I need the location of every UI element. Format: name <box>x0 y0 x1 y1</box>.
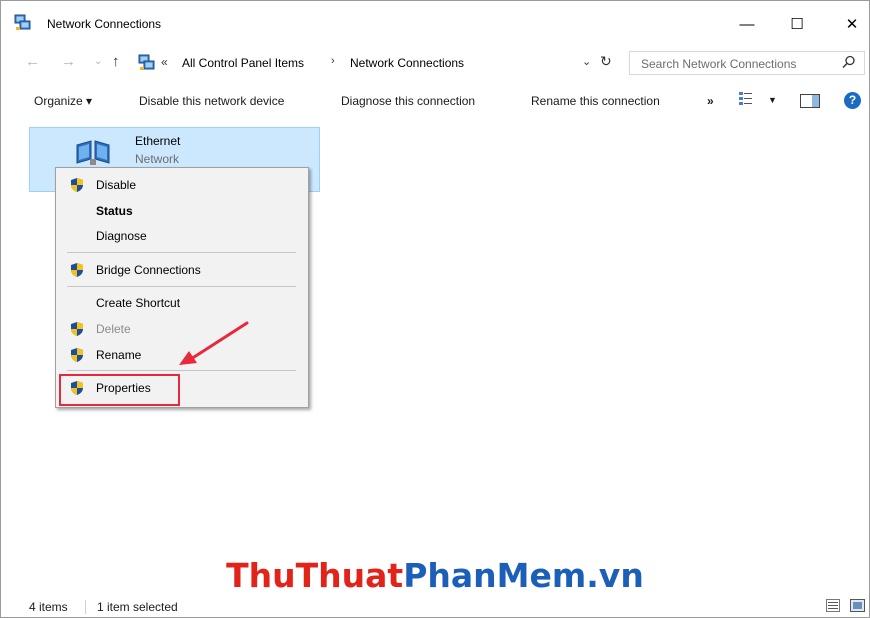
address-row: ← → ⌄ ↑ « All Control Panel Items › Netw… <box>1 47 869 77</box>
menu-item-status[interactable]: Status <box>56 200 308 222</box>
ethernet-adapter-icon <box>76 140 110 165</box>
change-view-icon[interactable] <box>738 91 753 106</box>
uac-shield-icon <box>71 348 83 362</box>
title-bar: Network Connections — ☐ ✕ <box>1 1 869 47</box>
view-options-dropdown[interactable]: ▼ <box>768 95 777 105</box>
menu-separator <box>67 370 296 371</box>
menu-item-label: Disable <box>96 178 137 192</box>
annotation-arrow-icon <box>179 321 249 365</box>
preview-pane-icon[interactable] <box>800 94 820 108</box>
search-placeholder: Search Network Connections <box>641 57 797 71</box>
watermark-part2: PhanMem <box>403 556 587 595</box>
uac-shield-icon <box>71 263 83 277</box>
watermark: ThuThuatPhanMem.vn <box>1 556 869 595</box>
menu-item-disable[interactable]: Disable <box>56 174 308 196</box>
menu-item-label: Bridge Connections <box>96 263 201 277</box>
item-name: Ethernet <box>135 134 181 148</box>
menu-item-diagnose[interactable]: Diagnose <box>56 225 308 247</box>
selection-count: 1 item selected <box>97 600 178 614</box>
forward-button[interactable]: → <box>61 53 76 70</box>
help-icon[interactable]: ? <box>844 92 861 109</box>
network-connections-icon <box>14 14 31 30</box>
window-title: Network Connections <box>47 17 162 31</box>
chevron-down-icon[interactable]: ⌄ <box>582 55 591 68</box>
menu-item-label: Delete <box>96 322 131 336</box>
context-menu: Disable Status Diagnose Bridge Connectio… <box>55 167 309 408</box>
menu-separator <box>67 286 296 287</box>
search-input[interactable]: Search Network Connections <box>629 51 865 75</box>
command-bar: Organize ▾ Disable this network device D… <box>1 85 869 117</box>
menu-item-label: Create Shortcut <box>96 296 181 310</box>
uac-shield-icon <box>71 322 83 336</box>
large-icons-view-icon[interactable] <box>850 599 865 612</box>
address-overflow-button[interactable]: « <box>161 55 168 69</box>
menu-item-create-shortcut[interactable]: Create Shortcut <box>56 292 308 314</box>
breadcrumb-network-connections[interactable]: Network Connections <box>350 56 464 70</box>
rename-connection-button[interactable]: Rename this connection <box>531 94 660 108</box>
status-divider <box>85 600 86 614</box>
disable-device-button[interactable]: Disable this network device <box>139 94 284 108</box>
menu-item-bridge-connections[interactable]: Bridge Connections <box>56 259 308 281</box>
diagnose-connection-button[interactable]: Diagnose this connection <box>341 94 475 108</box>
watermark-part1: ThuThuat <box>226 556 404 595</box>
maximize-button[interactable]: ☐ <box>774 1 820 47</box>
up-button[interactable]: ↑ <box>112 53 120 70</box>
menu-item-label: Status <box>96 204 133 218</box>
details-view-icon[interactable] <box>826 599 840 612</box>
back-button[interactable]: ← <box>25 53 40 70</box>
item-status: Network <box>135 152 180 166</box>
minimize-button[interactable]: — <box>724 1 770 47</box>
status-bar: 4 items 1 item selected <box>1 595 869 617</box>
network-connections-icon <box>138 54 155 70</box>
breadcrumb-control-panel[interactable]: All Control Panel Items <box>182 56 304 70</box>
menu-separator <box>67 252 296 253</box>
breadcrumb-separator[interactable]: › <box>331 55 335 67</box>
refresh-icon[interactable]: ↻ <box>600 53 612 70</box>
search-icon[interactable] <box>842 55 856 69</box>
organize-button[interactable]: Organize ▾ <box>34 94 92 108</box>
uac-shield-icon <box>71 178 83 192</box>
explorer-window: Network Connections — ☐ ✕ ← → ⌄ ↑ « All … <box>0 0 870 618</box>
recent-locations-button[interactable]: ⌄ <box>94 56 102 67</box>
watermark-part3: .vn <box>586 556 644 595</box>
item-count: 4 items <box>29 600 68 614</box>
annotation-highlight-box <box>59 374 180 406</box>
close-button[interactable]: ✕ <box>829 1 870 47</box>
address-bar[interactable]: « All Control Panel Items › Network Conn… <box>133 50 620 74</box>
more-commands-button[interactable]: » <box>707 94 714 108</box>
menu-item-label: Rename <box>96 348 142 362</box>
menu-item-label: Diagnose <box>96 229 147 243</box>
